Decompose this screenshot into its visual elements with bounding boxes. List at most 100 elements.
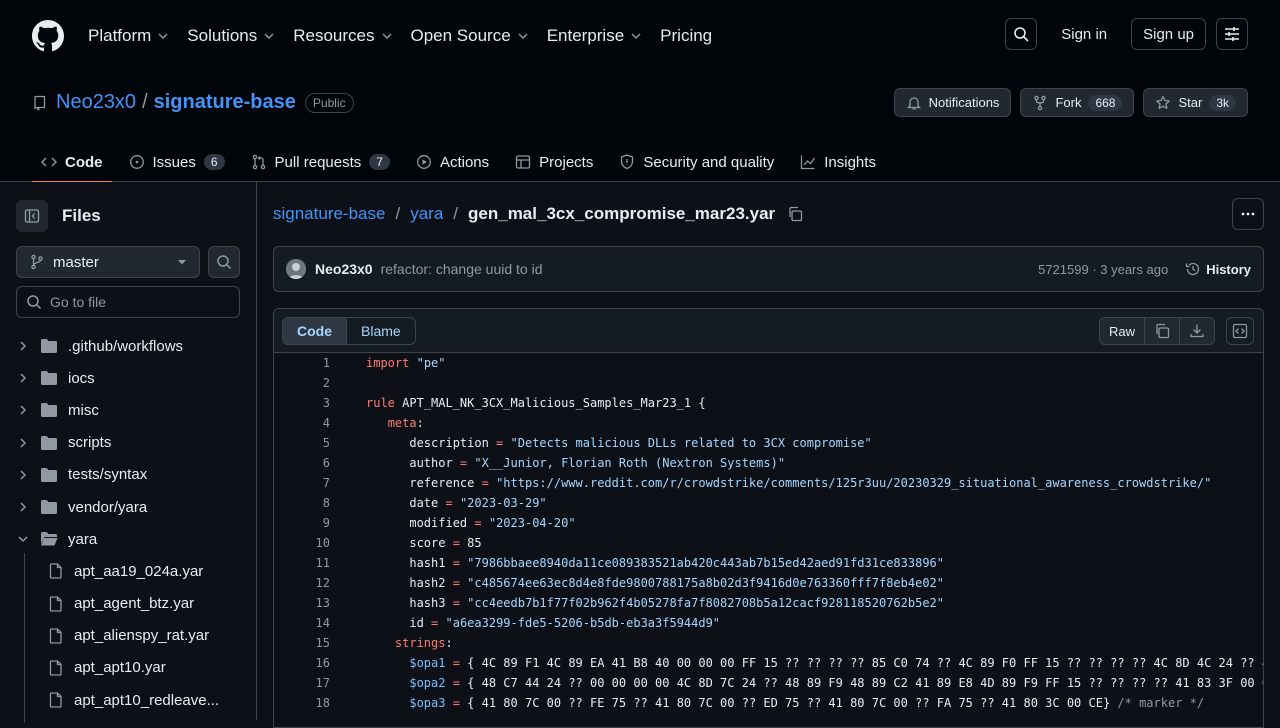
line-number[interactable]: 2: [274, 376, 330, 390]
notifications-button[interactable]: Notifications: [893, 88, 1012, 117]
github-logo-icon[interactable]: [32, 20, 64, 52]
symbols-panel-button[interactable]: [1226, 317, 1254, 345]
line-content: author = "X__Junior, Florian Roth (Nextr…: [366, 456, 786, 470]
chevron-right-icon: [20, 502, 27, 512]
tab-label: Projects: [539, 153, 594, 171]
search-button[interactable]: [1005, 18, 1038, 50]
chevron-down-icon: [631, 33, 641, 40]
tab-pull-requests[interactable]: Pull requests 7: [242, 142, 399, 182]
line-number[interactable]: 4: [274, 416, 330, 430]
tree-folder[interactable]: .github/workflows: [16, 330, 256, 362]
code-toolbar: Code Blame Raw: [274, 309, 1263, 353]
code-line: 5 description = "Detects malicious DLLs …: [274, 433, 1263, 453]
history-button[interactable]: History: [1185, 261, 1251, 277]
sign-in-link[interactable]: Sign in: [1047, 26, 1121, 43]
line-number[interactable]: 7: [274, 476, 330, 490]
branch-name: master: [53, 253, 99, 271]
chevron-down-icon: [381, 33, 392, 40]
file-icon: [49, 692, 62, 708]
nav-open-source[interactable]: Open Source: [411, 26, 529, 46]
tree-file[interactable]: apt_aa19_024a.yar: [16, 555, 256, 587]
repo-name-link[interactable]: signature-base: [154, 91, 296, 114]
search-files-button[interactable]: [208, 246, 240, 278]
more-options-button[interactable]: [1232, 198, 1264, 230]
code-view-button[interactable]: Code: [283, 317, 347, 344]
avatar[interactable]: [286, 259, 306, 279]
line-number[interactable]: 1: [274, 356, 330, 370]
tab-actions[interactable]: Actions: [407, 142, 498, 182]
tree-file[interactable]: apt_agent_btz.yar: [16, 588, 256, 620]
line-number[interactable]: 18: [274, 696, 330, 710]
line-content: import "pe": [366, 356, 446, 370]
tree-folder[interactable]: tests/syntax: [16, 459, 256, 491]
nav-label: Solutions: [187, 26, 258, 45]
line-number[interactable]: 13: [274, 596, 330, 610]
line-content: rule APT_MAL_NK_3CX_Malicious_Samples_Ma…: [366, 396, 706, 410]
line-number[interactable]: 10: [274, 536, 330, 550]
tree-folder[interactable]: scripts: [16, 427, 256, 459]
tree-file[interactable]: apt_apt10_redleave...: [16, 684, 256, 716]
line-number[interactable]: 16: [274, 656, 330, 670]
raw-button[interactable]: Raw: [1100, 318, 1145, 344]
folder-icon: [41, 435, 57, 450]
tab-insights[interactable]: Insights: [791, 142, 885, 182]
folder-icon: [41, 403, 57, 418]
line-number[interactable]: 12: [274, 576, 330, 590]
copy-path-icon[interactable]: [787, 206, 803, 222]
tab-projects[interactable]: Projects: [506, 142, 602, 182]
line-number[interactable]: 11: [274, 556, 330, 570]
tree-folder[interactable]: iocs: [16, 362, 256, 394]
tree-folder[interactable]: misc: [16, 394, 256, 426]
tab-label: Security and quality: [643, 153, 775, 171]
go-to-file-input[interactable]: Go to file: [16, 286, 240, 318]
tree-folder-expanded[interactable]: yara: [16, 523, 256, 555]
commit-message-link[interactable]: refactor: change uuid to id: [381, 261, 543, 277]
tree-label: apt_apt10_redleave...: [74, 691, 220, 709]
nav-enterprise[interactable]: Enterprise: [547, 26, 642, 46]
nav-platform[interactable]: Platform: [88, 26, 169, 46]
tab-label: Issues: [152, 153, 196, 171]
breadcrumb-repo-link[interactable]: signature-base: [273, 204, 385, 224]
tab-security[interactable]: Security and quality: [610, 142, 783, 182]
commit-author-link[interactable]: Neo23x0: [315, 261, 373, 277]
line-number[interactable]: 3: [274, 396, 330, 410]
tab-label: Pull requests: [274, 153, 362, 171]
pull-request-icon: [252, 154, 265, 170]
tab-code[interactable]: Code: [32, 142, 112, 183]
line-number[interactable]: 5: [274, 436, 330, 450]
tree-folder[interactable]: vendor/yara: [16, 491, 256, 523]
breadcrumb-folder-link[interactable]: yara: [410, 204, 443, 224]
file-icon: [49, 563, 62, 580]
tree-file[interactable]: apt_alienspy_rat.yar: [16, 620, 256, 652]
line-number[interactable]: 9: [274, 516, 330, 530]
repo-owner-link[interactable]: Neo23x0: [56, 91, 136, 114]
sign-up-button[interactable]: Sign up: [1131, 18, 1206, 50]
folder-icon: [41, 371, 57, 386]
repo-separator: /: [142, 91, 148, 113]
fork-button[interactable]: Fork 668: [1020, 88, 1135, 117]
tree-file[interactable]: apt_apt10.yar: [16, 652, 256, 684]
branch-selector[interactable]: master: [16, 246, 200, 278]
main-nav: Platform Solutions Resources Open Source…: [88, 26, 730, 46]
menu-button[interactable]: [1216, 18, 1248, 50]
copy-raw-button[interactable]: [1145, 318, 1180, 344]
download-button[interactable]: [1180, 318, 1214, 344]
line-number[interactable]: 14: [274, 616, 330, 630]
star-button[interactable]: Star 3k: [1143, 88, 1248, 117]
nav-solutions[interactable]: Solutions: [187, 26, 275, 46]
line-number[interactable]: 17: [274, 676, 330, 690]
shield-icon: [621, 154, 634, 170]
commit-meta[interactable]: 5721599 · 3 years ago: [1038, 262, 1168, 277]
code-line: 14 id = "a6ea3299-fde5-5206-b5db-eb3a3f5…: [274, 613, 1263, 633]
line-number[interactable]: 8: [274, 496, 330, 510]
chevron-right-icon: [20, 405, 27, 415]
line-number[interactable]: 15: [274, 636, 330, 650]
chevron-down-icon: [518, 33, 528, 40]
nav-pricing[interactable]: Pricing: [660, 26, 712, 46]
line-content: description = "Detects malicious DLLs re…: [366, 436, 872, 450]
tab-issues[interactable]: Issues 6: [120, 142, 234, 182]
line-number[interactable]: 6: [274, 456, 330, 470]
collapse-sidebar-button[interactable]: [16, 200, 48, 232]
nav-resources[interactable]: Resources: [293, 26, 392, 46]
blame-view-button[interactable]: Blame: [347, 318, 415, 344]
